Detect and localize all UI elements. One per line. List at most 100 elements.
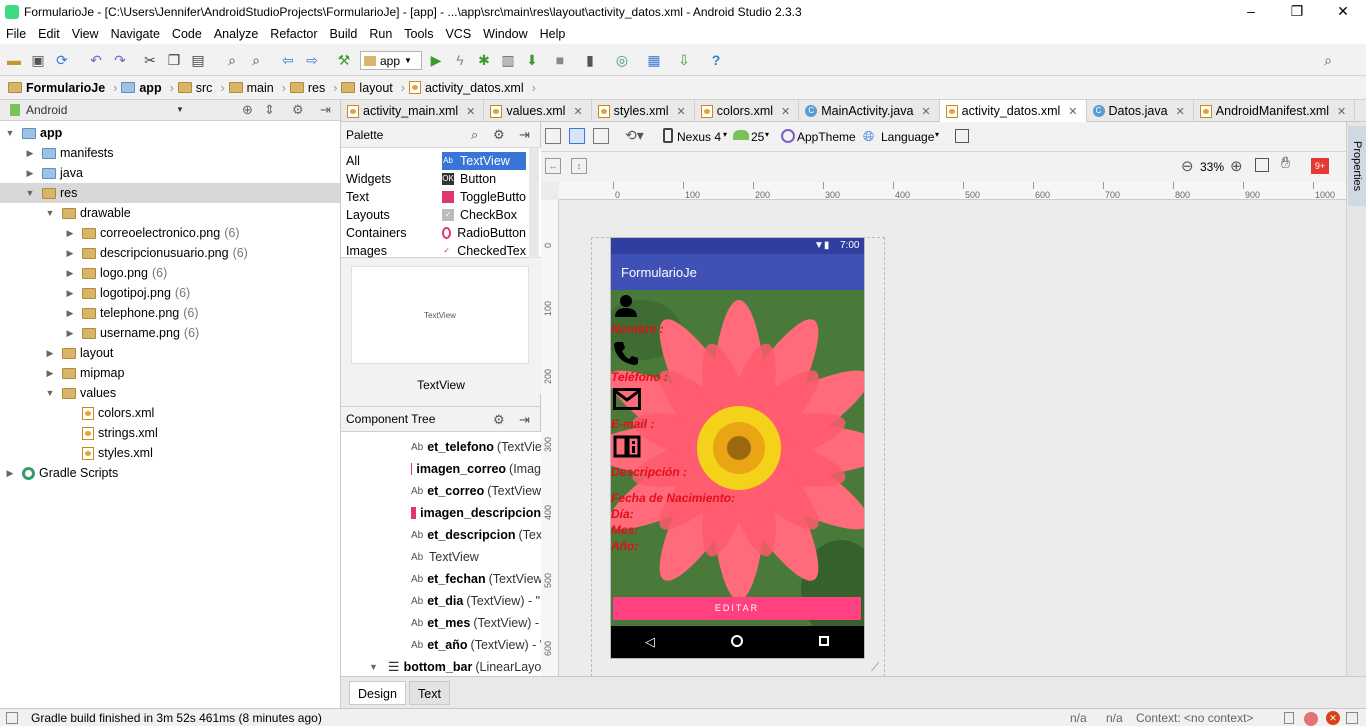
tab-colors-xml[interactable]: colors.xml ✕ — [695, 100, 800, 122]
chevron-down-icon[interactable]: ▾ — [765, 130, 769, 139]
menu-vcs[interactable]: VCS — [439, 27, 477, 41]
tab-androidmanifest-xml[interactable]: AndroidManifest.xml ✕ — [1194, 100, 1356, 122]
cut-icon[interactable]: ✂ — [140, 50, 160, 70]
palette-category-all[interactable]: All — [346, 154, 360, 168]
help-icon[interactable]: ? — [706, 50, 726, 70]
minimize-button[interactable]: – — [1228, 0, 1274, 24]
palette-item-button[interactable]: OK Button — [442, 170, 526, 188]
palette-category-images[interactable]: Images — [346, 244, 387, 258]
breadcrumb-app[interactable]: app — [121, 81, 162, 95]
breadcrumb-layout[interactable]: layout — [341, 81, 393, 95]
menu-view[interactable]: View — [66, 27, 105, 41]
close-tab-icon[interactable]: ✕ — [921, 105, 930, 118]
debug-icon[interactable]: ✱ — [474, 50, 494, 70]
close-tab-icon[interactable]: ✕ — [466, 105, 475, 118]
zoom-to-fit-icon[interactable] — [1255, 158, 1269, 172]
tab-values-xml[interactable]: values.xml ✕ — [484, 100, 592, 122]
breadcrumb-res[interactable]: res — [289, 81, 325, 95]
find-icon[interactable]: ⌕ — [222, 50, 242, 70]
collapsed-arrow-icon[interactable]: ▶ — [64, 328, 76, 339]
project-view-select[interactable]: Android — [26, 103, 67, 117]
expanded-arrow-icon[interactable]: ▼ — [4, 128, 16, 138]
notifications-icon[interactable] — [1346, 712, 1358, 724]
tree-item-descripcionusuario-png[interactable]: ▶ descripcionusuario.png (6) — [0, 243, 340, 263]
component-tree-row[interactable]: Ab et_correo (TextView) — [341, 480, 541, 502]
expanded-arrow-icon[interactable]: ▼ — [369, 662, 378, 672]
menu-navigate[interactable]: Navigate — [105, 27, 166, 41]
close-tab-icon[interactable]: ✕ — [677, 105, 686, 118]
menu-run[interactable]: Run — [363, 27, 398, 41]
search-icon[interactable]: ⌕ — [1318, 50, 1338, 70]
collapsed-arrow-icon[interactable]: ▶ — [64, 268, 76, 279]
sync-gradle-icon[interactable]: ◎ — [612, 50, 632, 70]
menu-analyze[interactable]: Analyze — [208, 27, 264, 41]
project-structure-icon[interactable]: ▦ — [644, 50, 664, 70]
settings-icon[interactable]: ⚙ — [493, 412, 505, 428]
menu-tools[interactable]: Tools — [398, 27, 439, 41]
tab-activity-main-xml[interactable]: activity_main.xml ✕ — [341, 100, 485, 122]
undo-icon[interactable]: ↶ — [86, 50, 106, 70]
orientation-icon[interactable]: ⟲▾ — [625, 127, 644, 144]
palette-category-layouts[interactable]: Layouts — [346, 208, 390, 222]
close-tab-icon[interactable]: ✕ — [1068, 105, 1077, 118]
collapsed-arrow-icon[interactable]: ▶ — [24, 168, 36, 179]
close-button[interactable]: ✕ — [1320, 0, 1366, 24]
tree-item-app[interactable]: ▼ app — [0, 123, 340, 143]
collapsed-arrow-icon[interactable]: ▶ — [24, 148, 36, 159]
close-tab-icon[interactable]: ✕ — [781, 105, 790, 118]
issues-badge[interactable]: 9+ — [1311, 158, 1329, 174]
component-tree-row[interactable]: Ab et_año (TextView) - " — [341, 634, 541, 656]
stop-icon[interactable]: ■ — [550, 50, 570, 70]
design-view-icon[interactable] — [545, 128, 561, 144]
component-tree-row[interactable]: Ab et_fechan (TextView) — [341, 568, 541, 590]
settings-icon[interactable]: ⚙ — [493, 127, 505, 143]
sdk-manager-icon[interactable]: ⇩ — [674, 50, 694, 70]
component-tree-row[interactable]: imagen_correo (Imag — [341, 458, 541, 480]
palette-item-textview[interactable]: Ab TextView — [442, 152, 526, 170]
menu-build[interactable]: Build — [324, 27, 364, 41]
close-tab-icon[interactable]: ✕ — [573, 105, 582, 118]
palette-category-containers[interactable]: Containers — [346, 226, 406, 240]
collapsed-arrow-icon[interactable]: ▶ — [64, 248, 76, 259]
device-preview[interactable]: ▼▮ 7:00 FormularioJe Nombre: Teléfono:… — [611, 238, 864, 658]
tree-item-java[interactable]: ▶ java — [0, 163, 340, 183]
tree-item-mipmap[interactable]: ▶ mipmap — [0, 363, 340, 383]
palette-scrollbar[interactable] — [529, 148, 539, 258]
collapsed-arrow-icon[interactable]: ▶ — [44, 348, 56, 359]
resize-handle-icon[interactable]: ⟋ — [871, 660, 879, 675]
hide-icon[interactable]: ⇥ — [320, 102, 331, 118]
api-select[interactable]: 25 — [751, 130, 764, 144]
menu-window[interactable]: Window — [477, 27, 533, 41]
tree-item-username-png[interactable]: ▶ username.png (6) — [0, 323, 340, 343]
tree-item-values[interactable]: ▼ values — [0, 383, 340, 403]
tree-item-telephone-png[interactable]: ▶ telephone.png (6) — [0, 303, 340, 323]
attach-debugger-icon[interactable]: ⬇ — [522, 50, 542, 70]
menu-code[interactable]: Code — [166, 27, 208, 41]
device-select[interactable]: Nexus 4 — [677, 130, 721, 144]
settings-icon[interactable]: ⚙ — [292, 102, 304, 118]
paste-icon[interactable]: ▤ — [188, 50, 208, 70]
event-log-icon[interactable]: ✕ — [1326, 711, 1340, 725]
tree-item-styles-xml[interactable]: styles.xml — [0, 443, 340, 463]
chevron-down-icon[interactable]: ▼ — [176, 105, 184, 114]
theme-select[interactable]: AppTheme — [797, 130, 856, 144]
palette-category-text[interactable]: Text — [346, 190, 369, 204]
collapsed-arrow-icon[interactable]: ▶ — [4, 468, 16, 479]
component-tree-row[interactable]: Abet_telefono(TextView) — [341, 436, 541, 458]
tab-mainactivity-java[interactable]: C MainActivity.java ✕ — [799, 100, 940, 122]
target-icon[interactable]: ⊕ — [242, 102, 253, 118]
tab-design[interactable]: Design — [349, 681, 406, 705]
apply-changes-icon[interactable]: ϟ — [450, 50, 470, 70]
tree-item-res[interactable]: ▼ res — [0, 183, 340, 203]
tab-styles-xml[interactable]: styles.xml ✕ — [592, 100, 695, 122]
replace-icon[interactable]: ⌕ — [246, 50, 266, 70]
menu-help[interactable]: Help — [534, 27, 572, 41]
tab-text[interactable]: Text — [409, 681, 450, 705]
language-select[interactable]: Language — [881, 130, 934, 144]
tool-windows-icon[interactable] — [6, 712, 18, 724]
palette-item-togglebutton[interactable]: ToggleButto — [442, 188, 526, 206]
inspector-icon[interactable] — [1304, 712, 1318, 726]
layout-variants-icon[interactable] — [955, 129, 969, 143]
breadcrumb-file[interactable]: activity_datos.xml — [408, 81, 524, 95]
palette-item-radiobutton[interactable]: RadioButton — [442, 224, 526, 242]
